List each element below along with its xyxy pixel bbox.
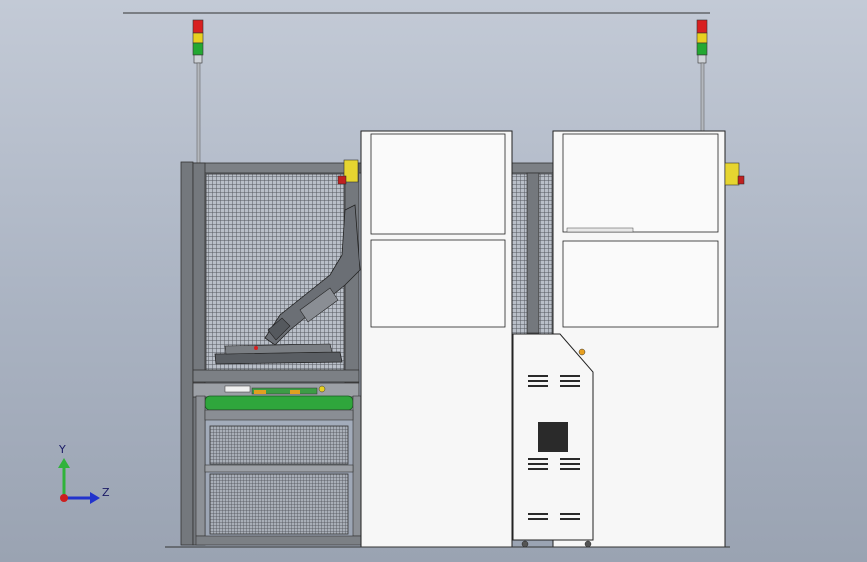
tray-on-conveyor xyxy=(224,385,251,393)
conveyor-belt xyxy=(204,395,354,411)
safety-mesh-middle xyxy=(511,173,528,335)
sensor xyxy=(318,385,326,393)
safety-mesh-lower-2 xyxy=(209,473,349,535)
pcb-component xyxy=(254,390,266,394)
triad-y-label: Y xyxy=(59,443,66,456)
lower-frame-rail xyxy=(192,369,360,383)
cabinet-center xyxy=(360,130,513,548)
estop-right xyxy=(737,175,745,185)
right-signal-tower xyxy=(696,19,708,132)
safety-mesh-lower-1 xyxy=(209,425,349,465)
base-plinth xyxy=(195,535,363,546)
control-console xyxy=(512,333,594,548)
triad-origin xyxy=(60,494,68,502)
conveyor-underside xyxy=(204,409,354,421)
gripper-tray xyxy=(214,343,343,365)
estop-left xyxy=(337,175,347,185)
lower-rail xyxy=(204,464,354,473)
left-signal-tower xyxy=(192,19,204,164)
pcb-component xyxy=(290,390,300,394)
safety-mesh-middle-right xyxy=(538,173,553,335)
conveyor-frame-left xyxy=(195,395,206,537)
warning-label-right xyxy=(724,162,740,186)
triad-z-label: Z xyxy=(102,486,110,499)
coordinate-triad xyxy=(58,458,100,504)
cad-viewport[interactable] xyxy=(0,0,867,562)
